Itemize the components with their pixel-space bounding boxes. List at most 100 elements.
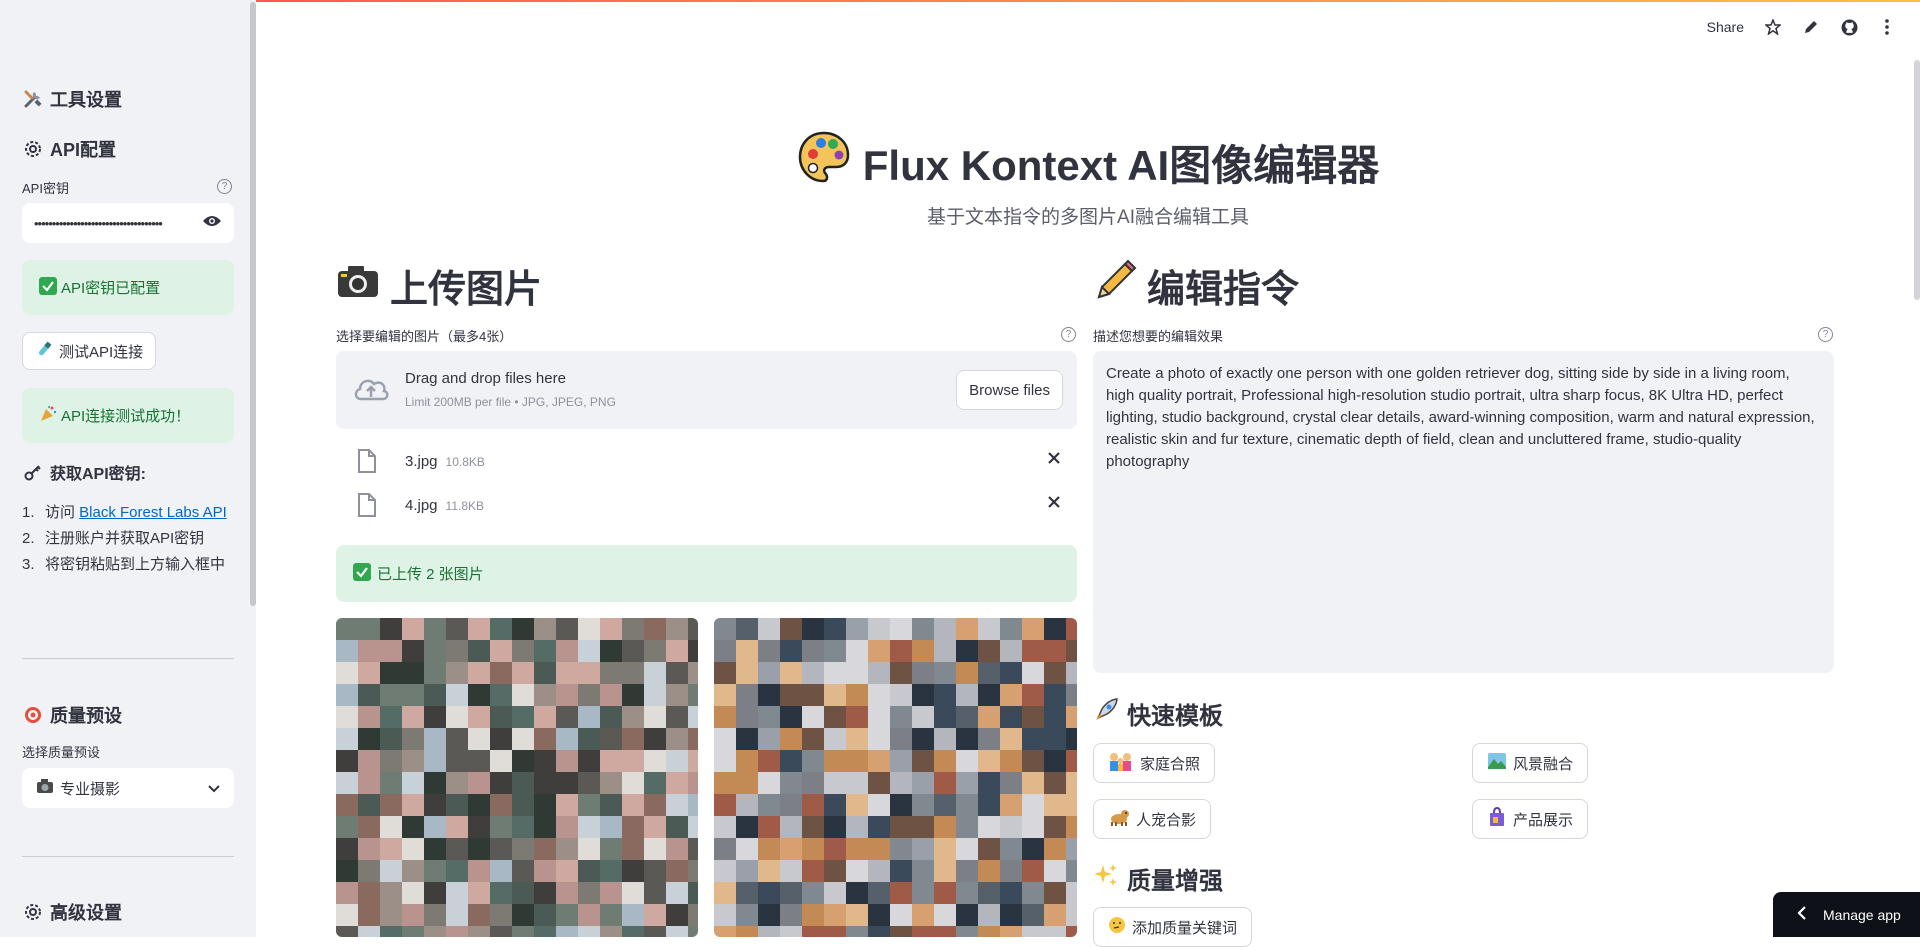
image-pixel xyxy=(1022,684,1044,706)
image-pixel xyxy=(578,904,600,926)
help-icon[interactable]: ? xyxy=(1061,327,1076,342)
sidebar-scrollbar[interactable] xyxy=(250,2,256,606)
image-pixel xyxy=(758,662,780,684)
star-icon[interactable] xyxy=(1764,18,1782,36)
image-pixel xyxy=(600,618,622,640)
tool-settings-title: 工具设置 xyxy=(50,90,122,110)
image-pixel xyxy=(824,662,846,684)
github-icon[interactable] xyxy=(1840,18,1858,36)
pencil-icon[interactable] xyxy=(1802,18,1820,36)
file-name: 3.jpg 10.8KB xyxy=(405,453,485,470)
browse-files-button[interactable]: Browse files xyxy=(956,370,1063,410)
chevron-down-icon[interactable] xyxy=(208,780,220,797)
help-icon[interactable]: ? xyxy=(1818,327,1833,342)
image-pixel xyxy=(578,926,600,937)
image-pixel xyxy=(824,904,846,926)
image-pixel xyxy=(824,750,846,772)
quality-preset-select[interactable]: 专业摄影 xyxy=(22,768,234,808)
image-pixel xyxy=(556,684,578,706)
help-icon[interactable]: ? xyxy=(217,179,232,194)
uploaded-file-row: 3.jpg 10.8KB xyxy=(336,441,1077,481)
close-icon[interactable] xyxy=(1047,495,1061,514)
image-pixel xyxy=(358,838,380,860)
image-pixel xyxy=(736,684,758,706)
image-pixel xyxy=(714,882,736,904)
api-key-value[interactable]: •••••••••••••••••••••••••••••••••••• xyxy=(34,216,202,231)
camera-icon xyxy=(36,778,54,798)
image-pixel xyxy=(336,662,358,684)
image-pixel xyxy=(758,684,780,706)
image-pixel xyxy=(490,772,512,794)
image-pixel xyxy=(424,662,446,684)
image-pixel xyxy=(358,882,380,904)
black-forest-labs-link[interactable]: Black Forest Labs API xyxy=(79,504,227,521)
image-pixel xyxy=(1000,882,1022,904)
api-key-input[interactable]: •••••••••••••••••••••••••••••••••••• xyxy=(22,203,234,243)
edit-label: 描述您想要的编辑效果 xyxy=(1093,329,1224,344)
image-pixel xyxy=(556,926,578,937)
image-pixel xyxy=(424,904,446,926)
image-pixel xyxy=(890,794,912,816)
image-pixel xyxy=(402,662,424,684)
image-pixel xyxy=(600,882,622,904)
upload-success-alert: 已上传 2 张图片 xyxy=(336,545,1077,602)
image-pixel xyxy=(802,684,824,706)
image-pixel xyxy=(468,838,490,860)
image-pixel xyxy=(512,816,534,838)
image-pixel xyxy=(956,904,978,926)
quality-preset-heading: 质量预设 xyxy=(22,702,122,728)
file-icon xyxy=(358,493,376,522)
image-pixel xyxy=(622,640,644,662)
image-pixel xyxy=(758,838,780,860)
image-pixel xyxy=(534,816,556,838)
image-pixel xyxy=(978,640,1000,662)
image-pixel xyxy=(688,816,698,838)
image-pixel xyxy=(600,772,622,794)
close-icon[interactable] xyxy=(1047,451,1061,470)
list-item: 1. 访问 Black Forest Labs API xyxy=(22,500,234,526)
image-pixel xyxy=(556,662,578,684)
eye-icon[interactable] xyxy=(202,214,222,233)
more-vertical-icon[interactable] xyxy=(1878,18,1896,36)
image-pixel xyxy=(622,772,644,794)
edit-prompt-textarea[interactable]: Create a photo of exactly one person wit… xyxy=(1093,351,1834,673)
image-pixel xyxy=(956,794,978,816)
image-pixel xyxy=(358,926,380,937)
upload-label: 选择要编辑的图片（最多4张） xyxy=(336,329,513,344)
image-pixel xyxy=(1044,706,1066,728)
image-pixel xyxy=(824,794,846,816)
tools-icon xyxy=(22,88,44,110)
image-pixel xyxy=(1000,772,1022,794)
edit-heading-text: 编辑指令 xyxy=(1147,269,1300,311)
manage-app-button[interactable]: Manage app xyxy=(1773,892,1920,937)
image-pixel xyxy=(534,706,556,728)
share-button[interactable]: Share xyxy=(1707,19,1744,35)
template-landscape-button[interactable]: 风景融合 xyxy=(1472,743,1589,783)
image-pixel xyxy=(846,926,868,937)
image-pixel xyxy=(1022,816,1044,838)
template-family-photo-button[interactable]: 家庭合照 xyxy=(1093,743,1216,783)
image-pixel xyxy=(890,662,912,684)
template-pet-photo-button[interactable]: 人宠合影 xyxy=(1093,799,1212,839)
add-quality-keywords-button[interactable]: 添加质量关键词 xyxy=(1093,907,1253,947)
image-pixel xyxy=(512,684,534,706)
image-pixel xyxy=(336,860,358,882)
image-pixel xyxy=(402,640,424,662)
image-pixel xyxy=(468,926,490,937)
image-pixel xyxy=(644,860,666,882)
image-pixel xyxy=(490,750,512,772)
image-pixel xyxy=(824,706,846,728)
image-pixel xyxy=(824,926,846,937)
image-pixel xyxy=(534,684,556,706)
file-dropzone[interactable]: Drag and drop files here Limit 200MB per… xyxy=(336,351,1077,429)
edit-heading: 编辑指令 xyxy=(1093,258,1299,313)
image-pixel xyxy=(446,904,468,926)
test-api-button[interactable]: 测试API连接 xyxy=(22,332,157,370)
template-product-button[interactable]: 产品展示 xyxy=(1472,799,1589,839)
image-pixel xyxy=(446,860,468,882)
image-pixel xyxy=(978,816,1000,838)
image-pixel xyxy=(358,816,380,838)
image-pixel xyxy=(956,706,978,728)
image-pixel xyxy=(802,860,824,882)
image-pixel xyxy=(666,750,688,772)
